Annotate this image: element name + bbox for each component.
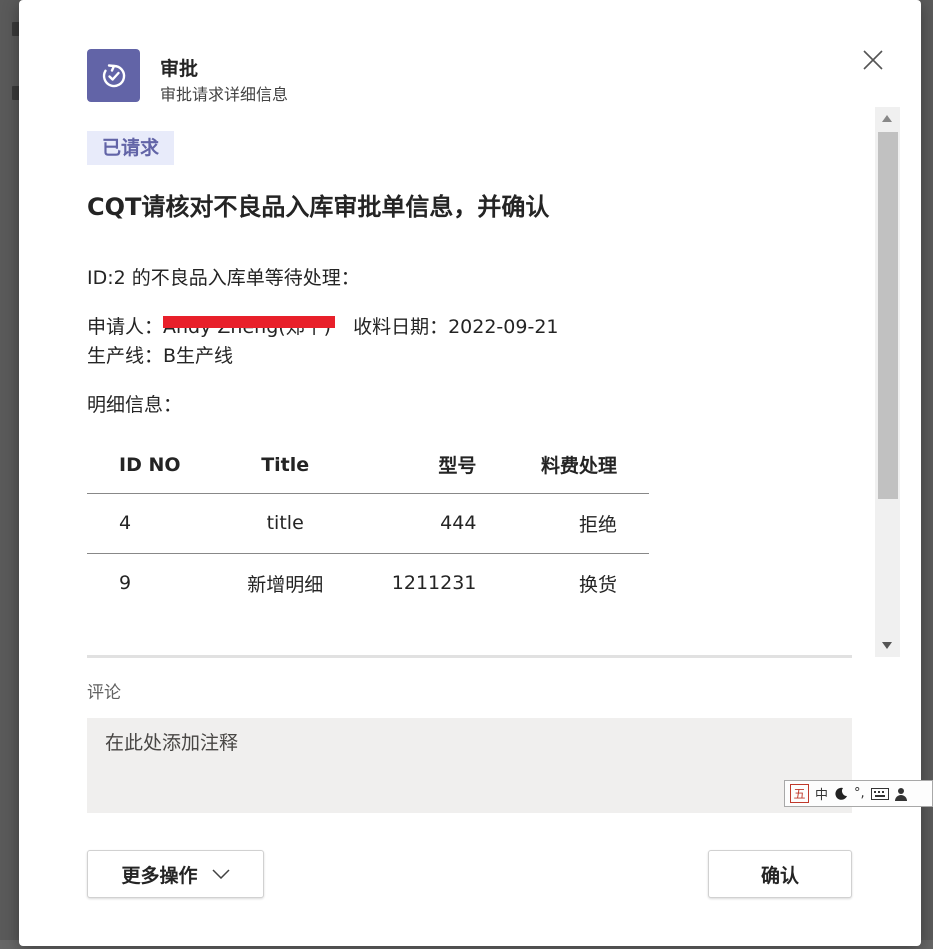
status-badge: 已请求: [87, 131, 175, 165]
vertical-scrollbar[interactable]: [875, 107, 900, 657]
request-title: CQT请核对不良品入库审批单信息，并确认: [87, 193, 550, 221]
moon-icon[interactable]: [834, 784, 848, 804]
more-actions-label: 更多操作: [121, 864, 198, 887]
column-header: ID NO: [119, 453, 181, 476]
applicant-name-redacted: Andy Zheng(郑平): [163, 312, 336, 339]
comment-input[interactable]: [87, 718, 852, 813]
request-details-scroll-area[interactable]: 已请求 CQT请核对不良品入库审批单信息，并确认 ID:2 的不良品入库单等待处…: [87, 107, 901, 657]
user-icon[interactable]: [894, 784, 907, 804]
more-actions-button[interactable]: 更多操作: [87, 850, 264, 898]
production-line: 生产线：B生产线: [87, 345, 234, 367]
table-cell: 444: [440, 512, 477, 534]
table-cell: title: [266, 512, 304, 534]
close-icon: [863, 50, 883, 70]
close-button[interactable]: [858, 45, 888, 75]
ime-punctuation-button[interactable]: °,: [854, 784, 865, 804]
applicant-line: 申请人：Andy Zheng(郑平) 收料日期：2022-09-21: [87, 312, 559, 339]
ime-language-button[interactable]: 中: [815, 784, 828, 804]
table-cell: 拒绝: [578, 513, 617, 536]
column-header: 料费处理: [540, 455, 617, 478]
request-id-line: ID:2 的不良品入库单等待处理：: [87, 267, 360, 289]
scroll-up-arrow-icon[interactable]: [882, 115, 892, 122]
scroll-down-arrow-icon[interactable]: [882, 642, 892, 649]
table-cell: 4: [119, 512, 132, 534]
table-cell: 新增明细: [247, 573, 324, 596]
details-table: ID NO Title 型号 料费处理 4 title 444 拒绝 9 新增明…: [87, 437, 649, 613]
app-subtitle: 审批请求详细信息: [160, 85, 289, 104]
table-cell: 1211231: [391, 572, 477, 595]
chevron-down-icon: [211, 869, 230, 879]
table-header-row: ID NO Title 型号 料费处理: [87, 437, 649, 493]
table-cell: 换货: [578, 573, 617, 596]
scrollbar-thumb[interactable]: [878, 132, 898, 499]
keyboard-icon[interactable]: [870, 784, 889, 804]
column-header: 型号: [438, 455, 477, 478]
app-title: 审批: [160, 58, 199, 80]
section-divider: [87, 655, 852, 658]
ime-toolbar[interactable]: 五 中 °,: [784, 780, 933, 807]
applicant-prefix: 申请人：: [87, 316, 164, 338]
table-row: 9 新增明细 1211231 换货: [87, 553, 649, 613]
confirm-button[interactable]: 确认: [708, 850, 852, 898]
ime-mode-button[interactable]: 五: [790, 784, 809, 803]
table-cell: 9: [119, 572, 132, 595]
comment-label: 评论: [87, 683, 121, 703]
approvals-icon: [87, 49, 140, 102]
receive-date: 收料日期：2022-09-21: [353, 316, 559, 338]
column-header: Title: [261, 453, 310, 476]
details-label: 明细信息：: [87, 394, 183, 416]
table-row: 4 title 444 拒绝: [87, 493, 649, 553]
background-page: [0, 0, 20, 949]
